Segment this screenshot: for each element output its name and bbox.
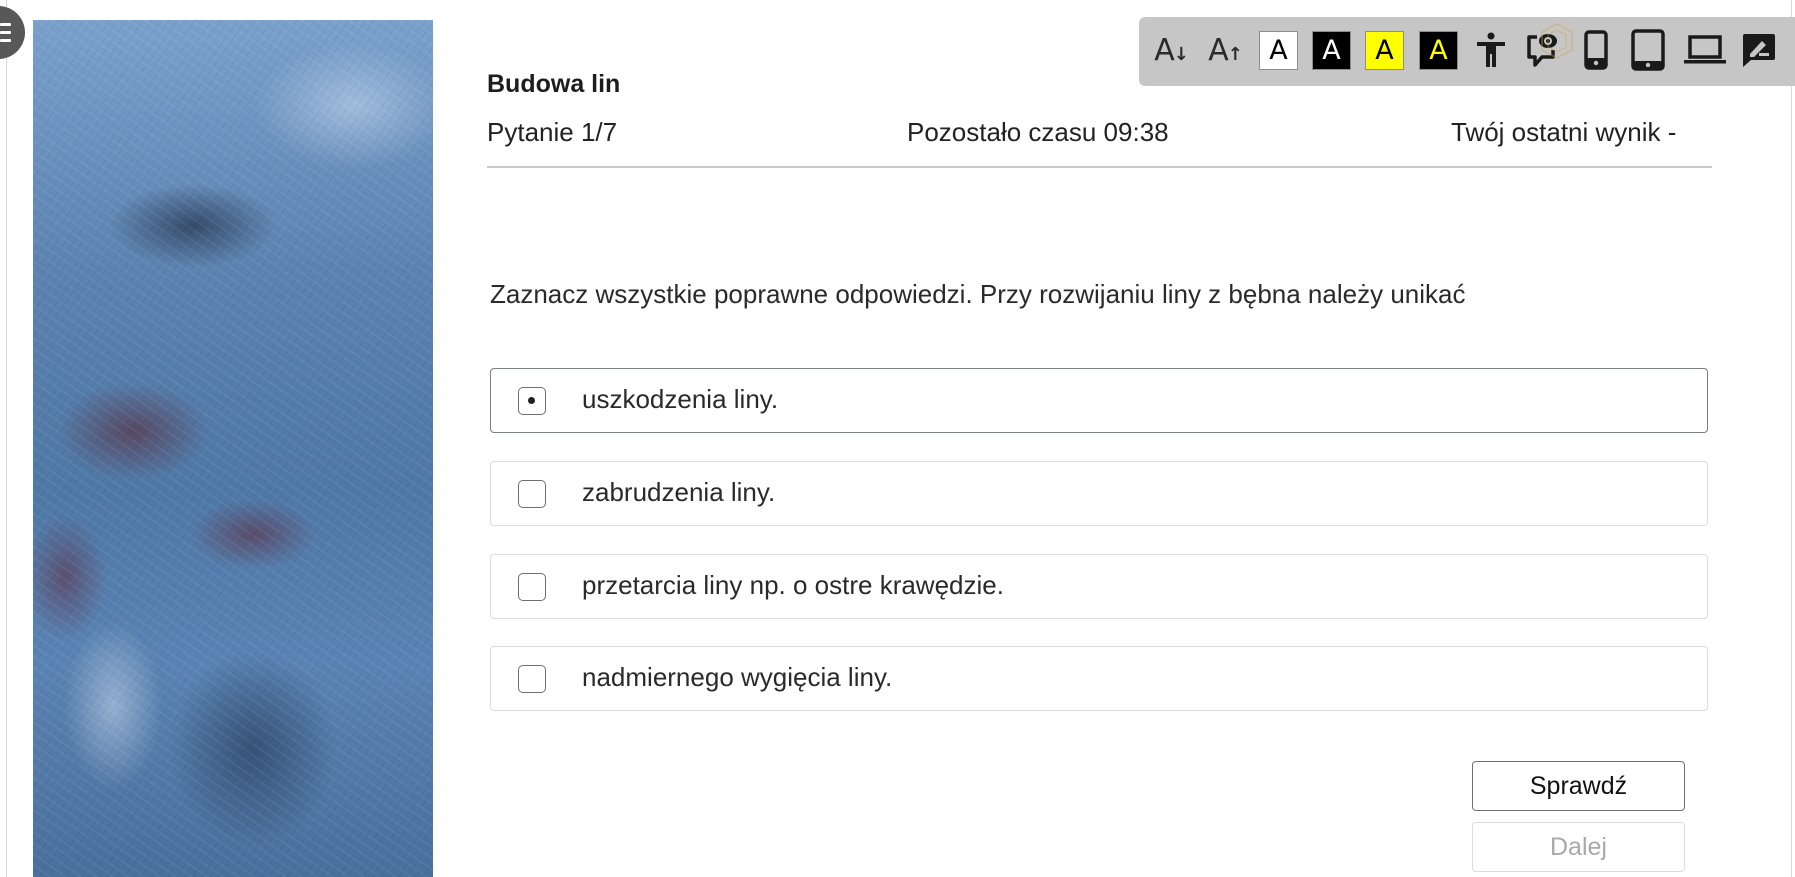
accessibility-toolbar: A↓ A↑ A A A A [1139, 17, 1795, 86]
right-divider [1791, 0, 1792, 877]
answer-option[interactable]: nadmiernego wygięcia liny. [490, 646, 1708, 711]
view-laptop-button[interactable] [1684, 30, 1726, 70]
last-score: Twój ostatni wynik - [1451, 117, 1677, 147]
smartphone-icon [1584, 30, 1608, 70]
contrast-black-white-icon: A [1312, 30, 1351, 70]
watermark-hexagon-icon [1541, 22, 1573, 60]
answer-label: zabrudzenia liny. [582, 477, 776, 507]
answer-checkbox[interactable] [518, 480, 546, 508]
question-counter: Pytanie 1/7 [487, 117, 618, 147]
laptop-icon [1684, 35, 1726, 64]
answer-option[interactable]: zabrudzenia liny. [490, 461, 1708, 526]
contrast-yellow-black-button[interactable]: A [1365, 30, 1404, 70]
answer-label: nadmiernego wygięcia liny. [582, 662, 893, 692]
answer-option[interactable]: uszkodzenia liny. [490, 368, 1708, 433]
tablet-icon [1631, 29, 1665, 71]
left-divider [6, 0, 7, 877]
edit-note-icon [1743, 34, 1775, 67]
answer-checkbox[interactable] [518, 387, 546, 415]
quiz-title: Budowa lin [487, 70, 621, 98]
answer-label: uszkodzenia liny. [582, 384, 779, 414]
time-remaining: Pozostało czasu 09:38 [907, 117, 1169, 147]
focus-dot-icon [528, 397, 535, 404]
increase-font-button[interactable]: A↑ [1205, 30, 1245, 70]
font-increase-icon: A↑ [1208, 32, 1243, 68]
contrast-white-black-button[interactable]: A [1259, 30, 1298, 70]
header-divider [487, 166, 1712, 168]
accessibility-person-icon [1477, 32, 1505, 67]
check-answer-button[interactable]: Sprawdź [1472, 761, 1685, 811]
answer-label: przetarcia liny np. o ostre krawędzie. [582, 570, 1004, 600]
contrast-black-white-button[interactable]: A [1312, 30, 1351, 70]
question-text: Zaznacz wszystkie poprawne odpowiedzi. P… [490, 279, 1466, 309]
decorative-rope-texture-image [33, 20, 433, 877]
accessibility-button[interactable] [1476, 30, 1506, 70]
contrast-white-black-icon: A [1259, 30, 1298, 70]
notes-button[interactable] [1741, 30, 1777, 70]
answer-checkbox[interactable] [518, 665, 546, 693]
answer-checkbox[interactable] [518, 573, 546, 601]
decrease-font-button[interactable]: A↓ [1151, 30, 1191, 70]
font-decrease-icon: A↓ [1154, 32, 1189, 68]
next-button[interactable]: Dalej [1472, 822, 1685, 872]
menu-button[interactable] [0, 6, 25, 59]
contrast-black-yellow-icon: A [1419, 30, 1458, 70]
view-phone-button[interactable] [1583, 30, 1609, 70]
contrast-black-yellow-button[interactable]: A [1419, 30, 1458, 70]
answer-option[interactable]: przetarcia liny np. o ostre krawędzie. [490, 554, 1708, 619]
view-tablet-button[interactable] [1631, 29, 1665, 71]
contrast-yellow-black-icon: A [1365, 30, 1404, 70]
